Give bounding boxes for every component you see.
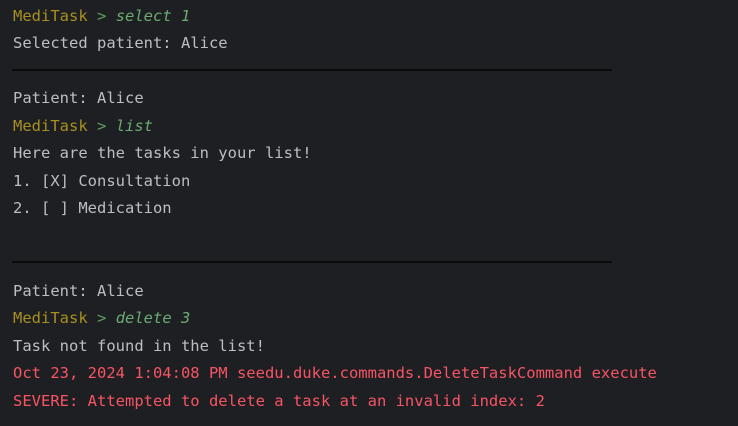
command-text: delete 3 bbox=[115, 309, 191, 327]
command-text: select 1 bbox=[115, 7, 191, 25]
output-line: Task not found in the list! bbox=[13, 337, 265, 355]
patient-line: Patient: Alice bbox=[13, 89, 144, 107]
prompt-line: MediTask > delete 3 bbox=[13, 308, 190, 328]
terminal-console: MediTask > select 1 Selected patient: Al… bbox=[0, 0, 738, 426]
prompt-app-name: MediTask bbox=[13, 7, 88, 25]
patient-line: Patient: Alice bbox=[13, 282, 144, 300]
prompt-separator: > bbox=[97, 7, 107, 25]
task-item: 1. [X] Consultation bbox=[13, 172, 191, 190]
prompt-app-name: MediTask bbox=[13, 117, 88, 135]
prompt-line: MediTask > list bbox=[13, 116, 153, 136]
output-line: Selected patient: Alice bbox=[13, 34, 228, 52]
prompt-app-name: MediTask bbox=[13, 309, 88, 327]
prompt-line: MediTask > select 1 bbox=[13, 6, 190, 26]
prompt-separator: > bbox=[97, 117, 107, 135]
divider bbox=[12, 69, 612, 71]
divider bbox=[12, 261, 612, 263]
error-line: SEVERE: Attempted to delete a task at an… bbox=[13, 392, 545, 410]
task-item: 2. [ ] Medication bbox=[13, 199, 172, 217]
log-line: Oct 23, 2024 1:04:08 PM seedu.duke.comma… bbox=[13, 364, 657, 382]
command-text: list bbox=[115, 117, 154, 135]
output-line: Here are the tasks in your list! bbox=[13, 144, 312, 162]
prompt-separator: > bbox=[97, 309, 107, 327]
